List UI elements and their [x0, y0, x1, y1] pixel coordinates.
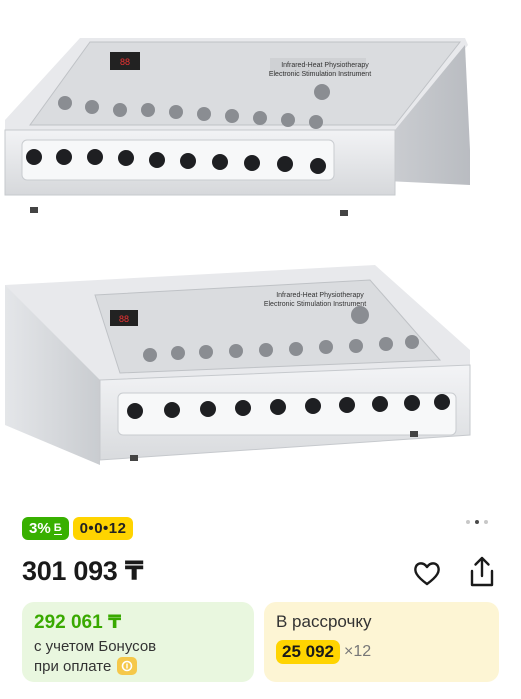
pager-dot[interactable] [466, 520, 470, 524]
installment-title: В рассрочку [276, 612, 372, 631]
bonus-price: 292 061 ₸ [34, 612, 122, 633]
svg-text:88: 88 [119, 314, 129, 324]
installment-row: 25 092 ×12 [276, 640, 487, 664]
bonus-caption-line1: с учетом Бонусов [34, 638, 157, 655]
bonus-caption-line2: при оплате [34, 657, 242, 675]
promo-badges: 3% Б 0•0•12 [22, 517, 134, 540]
device-title-text: Infrared-Heat Physiotherapy [281, 62, 369, 69]
svg-text:Electronic Stimulation Instrum: Electronic Stimulation Instrument [264, 301, 366, 308]
coin-icon [117, 657, 138, 675]
bonus-percent-badge: 3% Б [22, 517, 69, 540]
svg-text:Electronic Stimulation Instrum: Electronic Stimulation Instrument [269, 71, 371, 78]
pager-dot-active[interactable] [475, 520, 479, 524]
product-photo-front: 88 Infrared-Heat Physiotherapy Electroni… [4, 38, 470, 216]
installment-badge: 0•0•12 [72, 517, 134, 540]
product-gallery[interactable]: 88 Infrared-Heat Physiotherapy Electroni… [0, 0, 521, 500]
gallery-pager[interactable] [466, 520, 488, 524]
share-icon[interactable] [466, 555, 498, 589]
heart-icon[interactable] [411, 557, 443, 589]
product-photo-angled: 88 Infrared-Heat Physiotherapy Electroni… [5, 265, 471, 465]
svg-text:88: 88 [120, 57, 130, 67]
installment-multiplier: ×12 [344, 643, 372, 660]
installment-card[interactable]: В рассрочку 25 092 ×12 [264, 602, 499, 682]
bonus-price-card[interactable]: 292 061 ₸ с учетом Бонусов при оплате [22, 602, 254, 682]
pager-dot[interactable] [484, 520, 488, 524]
installment-amount: 25 092 [276, 640, 340, 664]
bonus-icon: Б [53, 521, 62, 535]
product-price: 301 093 ₸ [22, 556, 144, 586]
svg-text:Infrared-Heat Physiotherapy: Infrared-Heat Physiotherapy [276, 292, 364, 299]
